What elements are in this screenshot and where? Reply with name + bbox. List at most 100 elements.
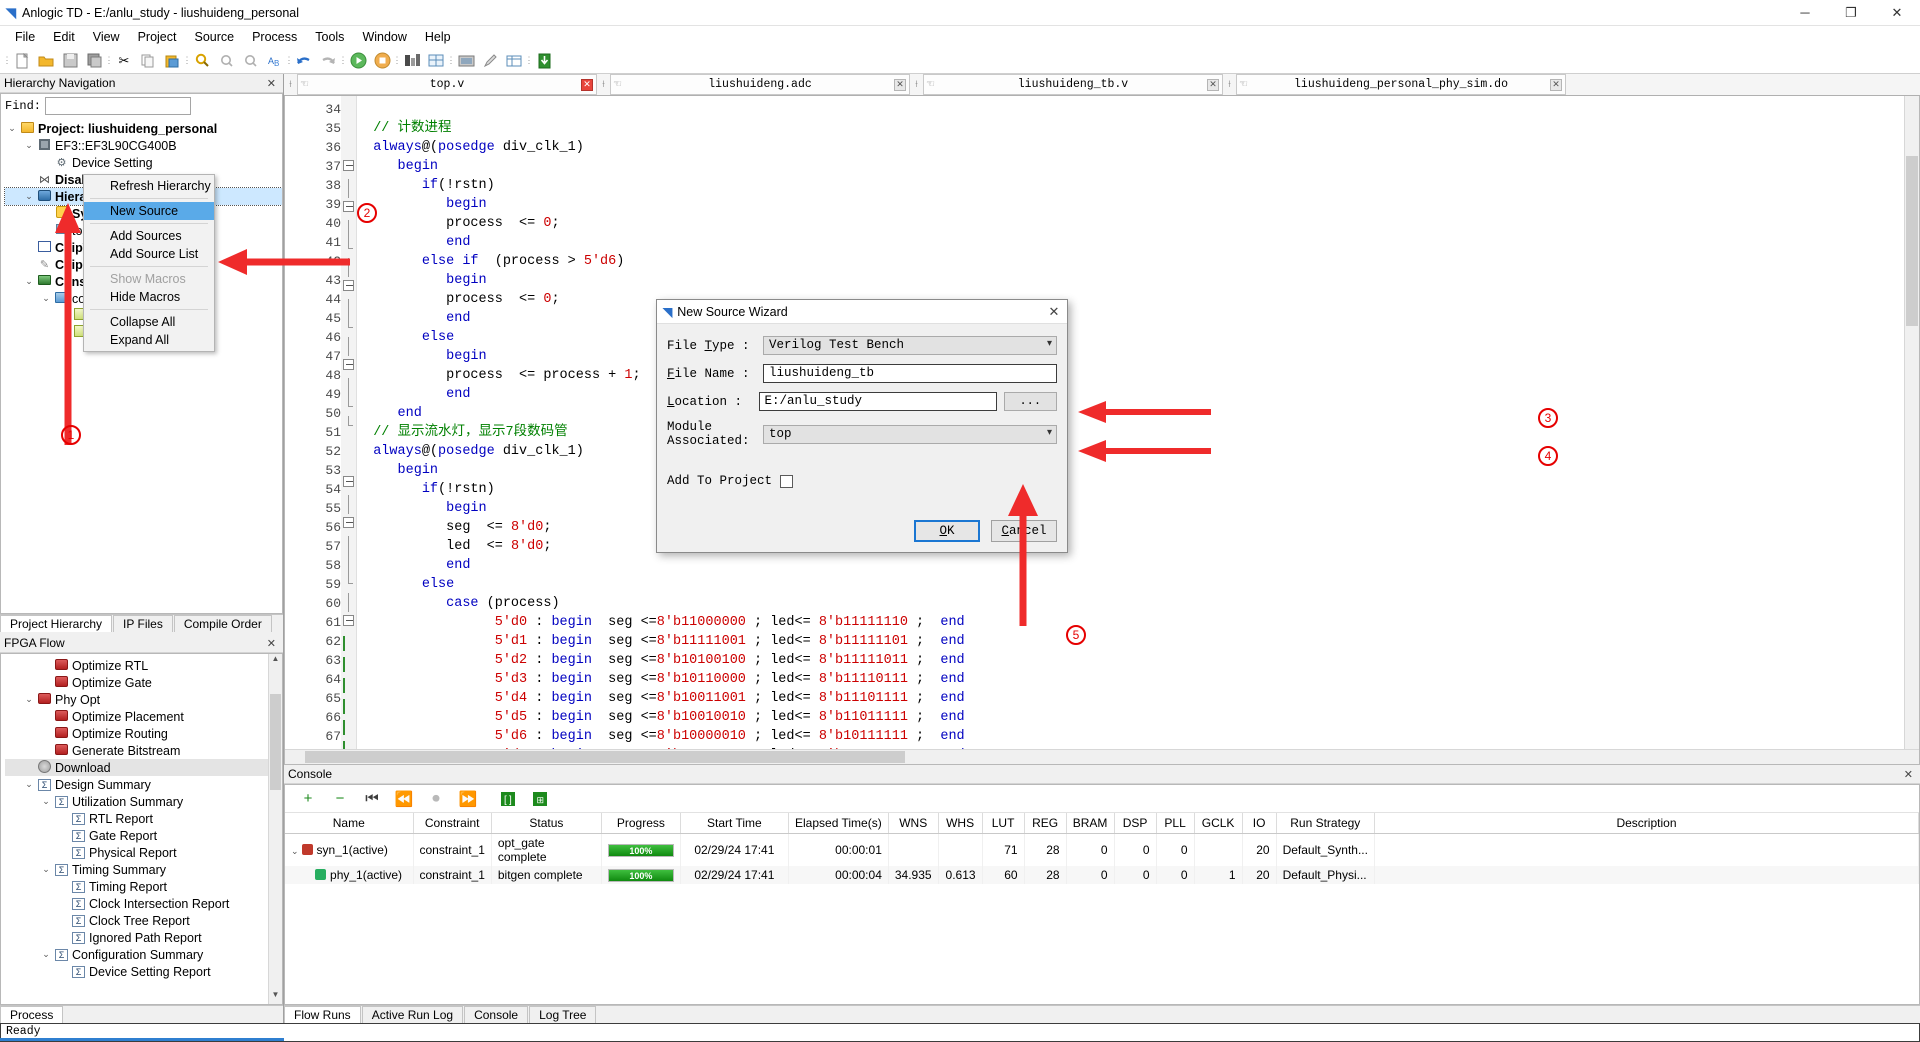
column-header-wns[interactable]: WNS: [888, 813, 939, 834]
fpga-flow-item[interactable]: ⌄ Σ Configuration Summary: [5, 946, 282, 963]
fpga-flow-item[interactable]: ▾ΣClock Intersection Report: [5, 895, 282, 912]
column-header-dsp[interactable]: DSP: [1114, 813, 1157, 834]
chevron-down-icon[interactable]: ⌄: [39, 796, 53, 807]
column-header-description[interactable]: Description: [1374, 813, 1920, 834]
column-header-whs[interactable]: WHS: [938, 813, 983, 834]
tab-log-tree[interactable]: Log Tree: [529, 1006, 597, 1023]
table-icon[interactable]: [502, 50, 526, 72]
tab-console[interactable]: Console: [464, 1006, 529, 1023]
replace-icon[interactable]: AB: [262, 50, 286, 72]
save-icon[interactable]: [58, 50, 82, 72]
fpga-flow-item[interactable]: ▾Optimize Gate: [5, 674, 282, 691]
chevron-down-icon[interactable]: ⌄: [39, 864, 53, 875]
minimize-button[interactable]: ─: [1782, 0, 1828, 26]
fold-marker[interactable]: [341, 517, 356, 536]
editor-tab-liushuideng-tb-v[interactable]: ☜ liushuideng_tb.v ✕: [923, 74, 1223, 95]
menu-file[interactable]: File: [6, 28, 44, 46]
fpga-flow-item[interactable]: ▾ΣDevice Setting Report: [5, 963, 282, 980]
column-header-lut[interactable]: LUT: [982, 813, 1025, 834]
menu-project[interactable]: Project: [129, 28, 186, 46]
fold-marker[interactable]: [341, 615, 356, 634]
tab-split-icon[interactable]: ⟊: [284, 74, 297, 95]
scroll-up-icon[interactable]: ▲: [269, 654, 282, 668]
fpga-flow-item[interactable]: ⌄ Σ Design Summary: [5, 776, 282, 793]
find-previous-icon[interactable]: [214, 50, 238, 72]
download-icon[interactable]: [532, 50, 556, 72]
file-name-input[interactable]: liushuideng_tb: [763, 364, 1057, 383]
fpga-flow-item[interactable]: ▾Download: [5, 759, 282, 776]
column-header-gclk[interactable]: GCLK: [1194, 813, 1243, 834]
maximize-button[interactable]: ❐: [1828, 0, 1874, 26]
save-all-icon[interactable]: [82, 50, 106, 72]
find-next-icon[interactable]: [238, 50, 262, 72]
column-header-name[interactable]: Name: [285, 813, 414, 834]
fpga-flow-item[interactable]: ▾ΣTiming Report: [5, 878, 282, 895]
column-header-progress[interactable]: Progress: [601, 813, 681, 834]
menu-tools[interactable]: Tools: [306, 28, 353, 46]
editor-vertical-scrollbar[interactable]: [1904, 96, 1919, 764]
pencil-icon[interactable]: [478, 50, 502, 72]
chevron-down-icon[interactable]: ⌄: [22, 779, 36, 790]
fpga-flow-item[interactable]: ▾ΣClock Tree Report: [5, 912, 282, 929]
column-header-reg[interactable]: REG: [1024, 813, 1067, 834]
add-to-project-checkbox[interactable]: [780, 474, 794, 488]
tab-split-icon[interactable]: ⟊: [597, 74, 610, 95]
table-row[interactable]: ⌄ syn_1(active) constraint_1 opt_gate compl…: [285, 833, 1920, 866]
context-menu-item-expand-all[interactable]: Expand All: [84, 331, 214, 349]
chevron-down-icon[interactable]: ⌄: [22, 191, 36, 202]
stop-icon[interactable]: [370, 50, 394, 72]
column-header-elapsed[interactable]: Elapsed Time(s): [788, 813, 889, 834]
fold-marker[interactable]: [341, 476, 356, 495]
editor-tab-liushuideng-adc[interactable]: ☜ liushuideng.adc ✕: [610, 74, 910, 95]
tab-split-icon[interactable]: ⟊: [910, 74, 923, 95]
cancel-button[interactable]: Cancel: [991, 520, 1057, 542]
column-header-bram[interactable]: BRAM: [1066, 813, 1115, 834]
menu-process[interactable]: Process: [243, 28, 306, 46]
menu-window[interactable]: Window: [353, 28, 415, 46]
launch-runs-icon[interactable]: []: [493, 787, 523, 811]
column-header-strategy[interactable]: Run Strategy: [1276, 813, 1375, 834]
paste-icon[interactable]: [160, 50, 184, 72]
dialog-close-icon[interactable]: ✕: [1041, 304, 1067, 320]
chevron-down-icon[interactable]: ⌄: [39, 293, 53, 304]
run-report-icon[interactable]: ⊞: [525, 787, 555, 811]
hierarchy-tree-item[interactable]: ▾⚙Device Setting: [5, 154, 282, 171]
fpga-flow-item[interactable]: ▾ΣRTL Report: [5, 810, 282, 827]
column-header-pll[interactable]: PLL: [1156, 813, 1195, 834]
fpga-flow-item[interactable]: ⌄ Σ Utilization Summary: [5, 793, 282, 810]
tab-project-hierarchy[interactable]: Project Hierarchy: [0, 615, 113, 632]
copy-icon[interactable]: [136, 50, 160, 72]
tab-close-icon[interactable]: ✕: [1550, 78, 1562, 91]
tab-close-icon[interactable]: ✕: [581, 78, 593, 91]
context-menu-item-hide-macros[interactable]: Hide Macros: [84, 288, 214, 306]
column-header-io[interactable]: IO: [1242, 813, 1277, 834]
fpga-flow-close-icon[interactable]: ✕: [264, 637, 279, 650]
fpga-flow-item[interactable]: ⌄ Σ Timing Summary: [5, 861, 282, 878]
editor-tab-top-v[interactable]: ☜ top.v ✕: [297, 74, 597, 95]
column-header-status[interactable]: Status: [491, 813, 602, 834]
scroll-thumb[interactable]: [270, 694, 281, 790]
undo-icon[interactable]: [292, 50, 316, 72]
fold-marker[interactable]: [341, 359, 356, 378]
file-type-select[interactable]: Verilog Test Bench: [763, 336, 1057, 355]
table-row[interactable]: phy_1(active) constraint_1 bitgen complete…: [285, 866, 1920, 884]
console-close-icon[interactable]: ✕: [1901, 768, 1916, 781]
fold-marker[interactable]: [341, 280, 356, 299]
rtl-view-icon[interactable]: [400, 50, 424, 72]
context-menu-item-refresh-hierarchy[interactable]: Refresh Hierarchy: [84, 177, 214, 195]
location-input[interactable]: E:/anlu_study: [758, 392, 997, 411]
tab-close-icon[interactable]: ✕: [1207, 78, 1219, 91]
ok-button[interactable]: OK: [914, 520, 980, 542]
column-header-start_time[interactable]: Start Time: [680, 813, 789, 834]
scroll-down-icon[interactable]: ▼: [269, 990, 282, 1004]
remove-run-icon[interactable]: −: [325, 787, 355, 811]
new-file-icon[interactable]: [10, 50, 34, 72]
chevron-down-icon[interactable]: ⌄: [22, 140, 36, 151]
menu-help[interactable]: Help: [416, 28, 460, 46]
hierarchy-context-menu[interactable]: Refresh Hierarchy New Source Add Sources Ad…: [83, 174, 215, 352]
context-menu-item-add-sources[interactable]: Add Sources: [84, 227, 214, 245]
tab-split-icon[interactable]: ⟊: [1223, 74, 1236, 95]
hierarchy-close-icon[interactable]: ✕: [264, 77, 279, 90]
fpga-flow-item[interactable]: ▾Optimize Placement: [5, 708, 282, 725]
row-expander-icon[interactable]: [307, 871, 312, 881]
